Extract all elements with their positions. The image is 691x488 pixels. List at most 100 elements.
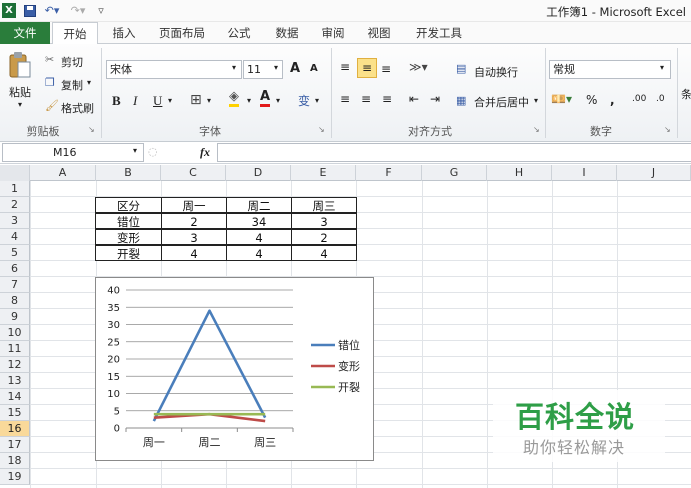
- increase-decimal-button[interactable]: .00: [632, 94, 646, 104]
- increase-indent-icon[interactable]: ⇥: [430, 92, 440, 106]
- fill-color-icon[interactable]: ◈: [229, 90, 239, 107]
- paste-button[interactable]: 粘贴: [9, 84, 31, 100]
- column-header-g[interactable]: G: [422, 165, 487, 181]
- fill-color-dropdown-icon[interactable]: ▾: [247, 96, 251, 105]
- column-header-f[interactable]: F: [356, 165, 422, 181]
- paste-dropdown-icon[interactable]: ▾: [18, 100, 22, 109]
- align-left-icon[interactable]: ≡: [340, 92, 350, 106]
- row-header-8[interactable]: 8: [0, 293, 30, 309]
- table-cell[interactable]: 错位: [95, 213, 162, 229]
- table-cell[interactable]: 变形: [95, 229, 162, 245]
- row-header-2[interactable]: 2: [0, 197, 30, 213]
- merge-center-icon[interactable]: ▦: [456, 94, 466, 107]
- column-header-i[interactable]: I: [552, 165, 617, 181]
- column-header-c[interactable]: C: [161, 165, 226, 181]
- row-header-15[interactable]: 15: [0, 405, 30, 421]
- table-cell[interactable]: 3: [291, 213, 357, 229]
- row-header-1[interactable]: 1: [0, 181, 30, 197]
- copy-dropdown-icon[interactable]: ▾: [87, 78, 91, 87]
- align-right-icon[interactable]: ≡: [382, 92, 392, 106]
- table-header-cell[interactable]: 周二: [226, 197, 292, 213]
- table-cell[interactable]: 4: [291, 245, 357, 261]
- tab-formulas[interactable]: 公式: [222, 22, 256, 44]
- percent-style-button[interactable]: %: [586, 93, 597, 107]
- row-header-11[interactable]: 11: [0, 341, 30, 357]
- underline-button[interactable]: U: [153, 93, 162, 109]
- row-header-14[interactable]: 14: [0, 389, 30, 405]
- tab-developer[interactable]: 开发工具: [410, 22, 468, 44]
- align-middle-icon[interactable]: ≡: [357, 58, 377, 78]
- insert-function-icon[interactable]: fx: [200, 145, 210, 160]
- number-launcher-icon[interactable]: ↘: [664, 125, 671, 134]
- column-header-h[interactable]: H: [487, 165, 552, 181]
- phonetic-guide-button[interactable]: 变: [298, 92, 310, 109]
- formula-input[interactable]: [217, 143, 691, 162]
- table-cell[interactable]: 4: [226, 229, 292, 245]
- cancel-entry-icon[interactable]: ◌: [148, 145, 158, 158]
- decrease-indent-icon[interactable]: ⇤: [409, 92, 419, 106]
- column-header-j[interactable]: J: [617, 165, 691, 181]
- column-header-a[interactable]: A: [30, 165, 96, 181]
- row-header-19[interactable]: 19: [0, 469, 30, 485]
- select-all-corner[interactable]: [0, 165, 30, 181]
- row-header-3[interactable]: 3: [0, 213, 30, 229]
- orientation-icon[interactable]: ≫▾: [409, 60, 428, 74]
- format-painter-icon[interactable]: 🖌: [45, 99, 59, 112]
- font-color-dropdown-icon[interactable]: ▾: [276, 96, 280, 105]
- column-header-e[interactable]: E: [291, 165, 356, 181]
- format-painter-button[interactable]: 格式刷: [61, 100, 94, 116]
- undo-icon[interactable]: ↶▾: [44, 3, 60, 18]
- tab-insert[interactable]: 插入: [106, 22, 142, 44]
- name-box[interactable]: M16: [2, 143, 144, 162]
- table-cell[interactable]: 4: [226, 245, 292, 261]
- grow-font-icon[interactable]: A: [290, 61, 300, 76]
- table-cell[interactable]: 开裂: [95, 245, 162, 261]
- redo-icon[interactable]: ↷▾: [70, 3, 86, 18]
- table-cell[interactable]: 2: [161, 213, 227, 229]
- tab-view[interactable]: 视图: [362, 22, 396, 44]
- number-format-box[interactable]: 常规: [549, 60, 671, 79]
- shrink-font-icon[interactable]: A: [310, 63, 318, 74]
- row-header-6[interactable]: 6: [0, 261, 30, 277]
- italic-button[interactable]: I: [133, 93, 137, 109]
- table-cell[interactable]: 4: [161, 245, 227, 261]
- row-header-12[interactable]: 12: [0, 357, 30, 373]
- align-top-icon[interactable]: ≡: [340, 60, 350, 74]
- phonetic-dropdown-icon[interactable]: ▾: [315, 96, 319, 105]
- font-name-dropdown-icon[interactable]: ▾: [232, 63, 236, 72]
- table-cell[interactable]: 34: [226, 213, 292, 229]
- table-header-cell[interactable]: 周一: [161, 197, 227, 213]
- align-bottom-icon[interactable]: ≡: [381, 62, 391, 76]
- row-header-7[interactable]: 7: [0, 277, 30, 293]
- bold-button[interactable]: B: [112, 93, 121, 109]
- row-header-17[interactable]: 17: [0, 437, 30, 453]
- customize-qat-icon[interactable]: ▿: [96, 3, 106, 18]
- row-header-16[interactable]: 16: [0, 421, 30, 437]
- font-name-box[interactable]: 宋体: [106, 60, 242, 79]
- tab-data[interactable]: 数据: [270, 22, 304, 44]
- merge-center-button[interactable]: 合并后居中: [474, 94, 529, 110]
- font-launcher-icon[interactable]: ↘: [318, 125, 325, 134]
- tab-review[interactable]: 审阅: [316, 22, 350, 44]
- column-header-d[interactable]: D: [226, 165, 291, 181]
- cut-icon[interactable]: ✂: [45, 53, 54, 66]
- name-box-dropdown-icon[interactable]: ▾: [133, 146, 137, 155]
- row-header-9[interactable]: 9: [0, 309, 30, 325]
- cut-button[interactable]: 剪切: [61, 54, 83, 70]
- paste-icon[interactable]: [8, 52, 32, 80]
- row-header-13[interactable]: 13: [0, 373, 30, 389]
- save-icon[interactable]: [23, 3, 37, 18]
- borders-dropdown-icon[interactable]: ▾: [207, 96, 211, 105]
- tab-page-layout[interactable]: 页面布局: [154, 22, 210, 44]
- alignment-launcher-icon[interactable]: ↘: [533, 125, 540, 134]
- row-header-4[interactable]: 4: [0, 229, 30, 245]
- borders-icon[interactable]: ⊞: [190, 92, 202, 108]
- table-header-cell[interactable]: 区分: [95, 197, 162, 213]
- row-header-5[interactable]: 5: [0, 245, 30, 261]
- styles-group-partial[interactable]: 条: [681, 86, 691, 102]
- column-header-b[interactable]: B: [96, 165, 161, 181]
- accounting-format-icon[interactable]: 💴▾: [551, 92, 572, 106]
- tab-home[interactable]: 开始: [52, 22, 98, 45]
- copy-button[interactable]: 复制: [61, 77, 83, 93]
- tab-file[interactable]: 文件: [0, 22, 50, 44]
